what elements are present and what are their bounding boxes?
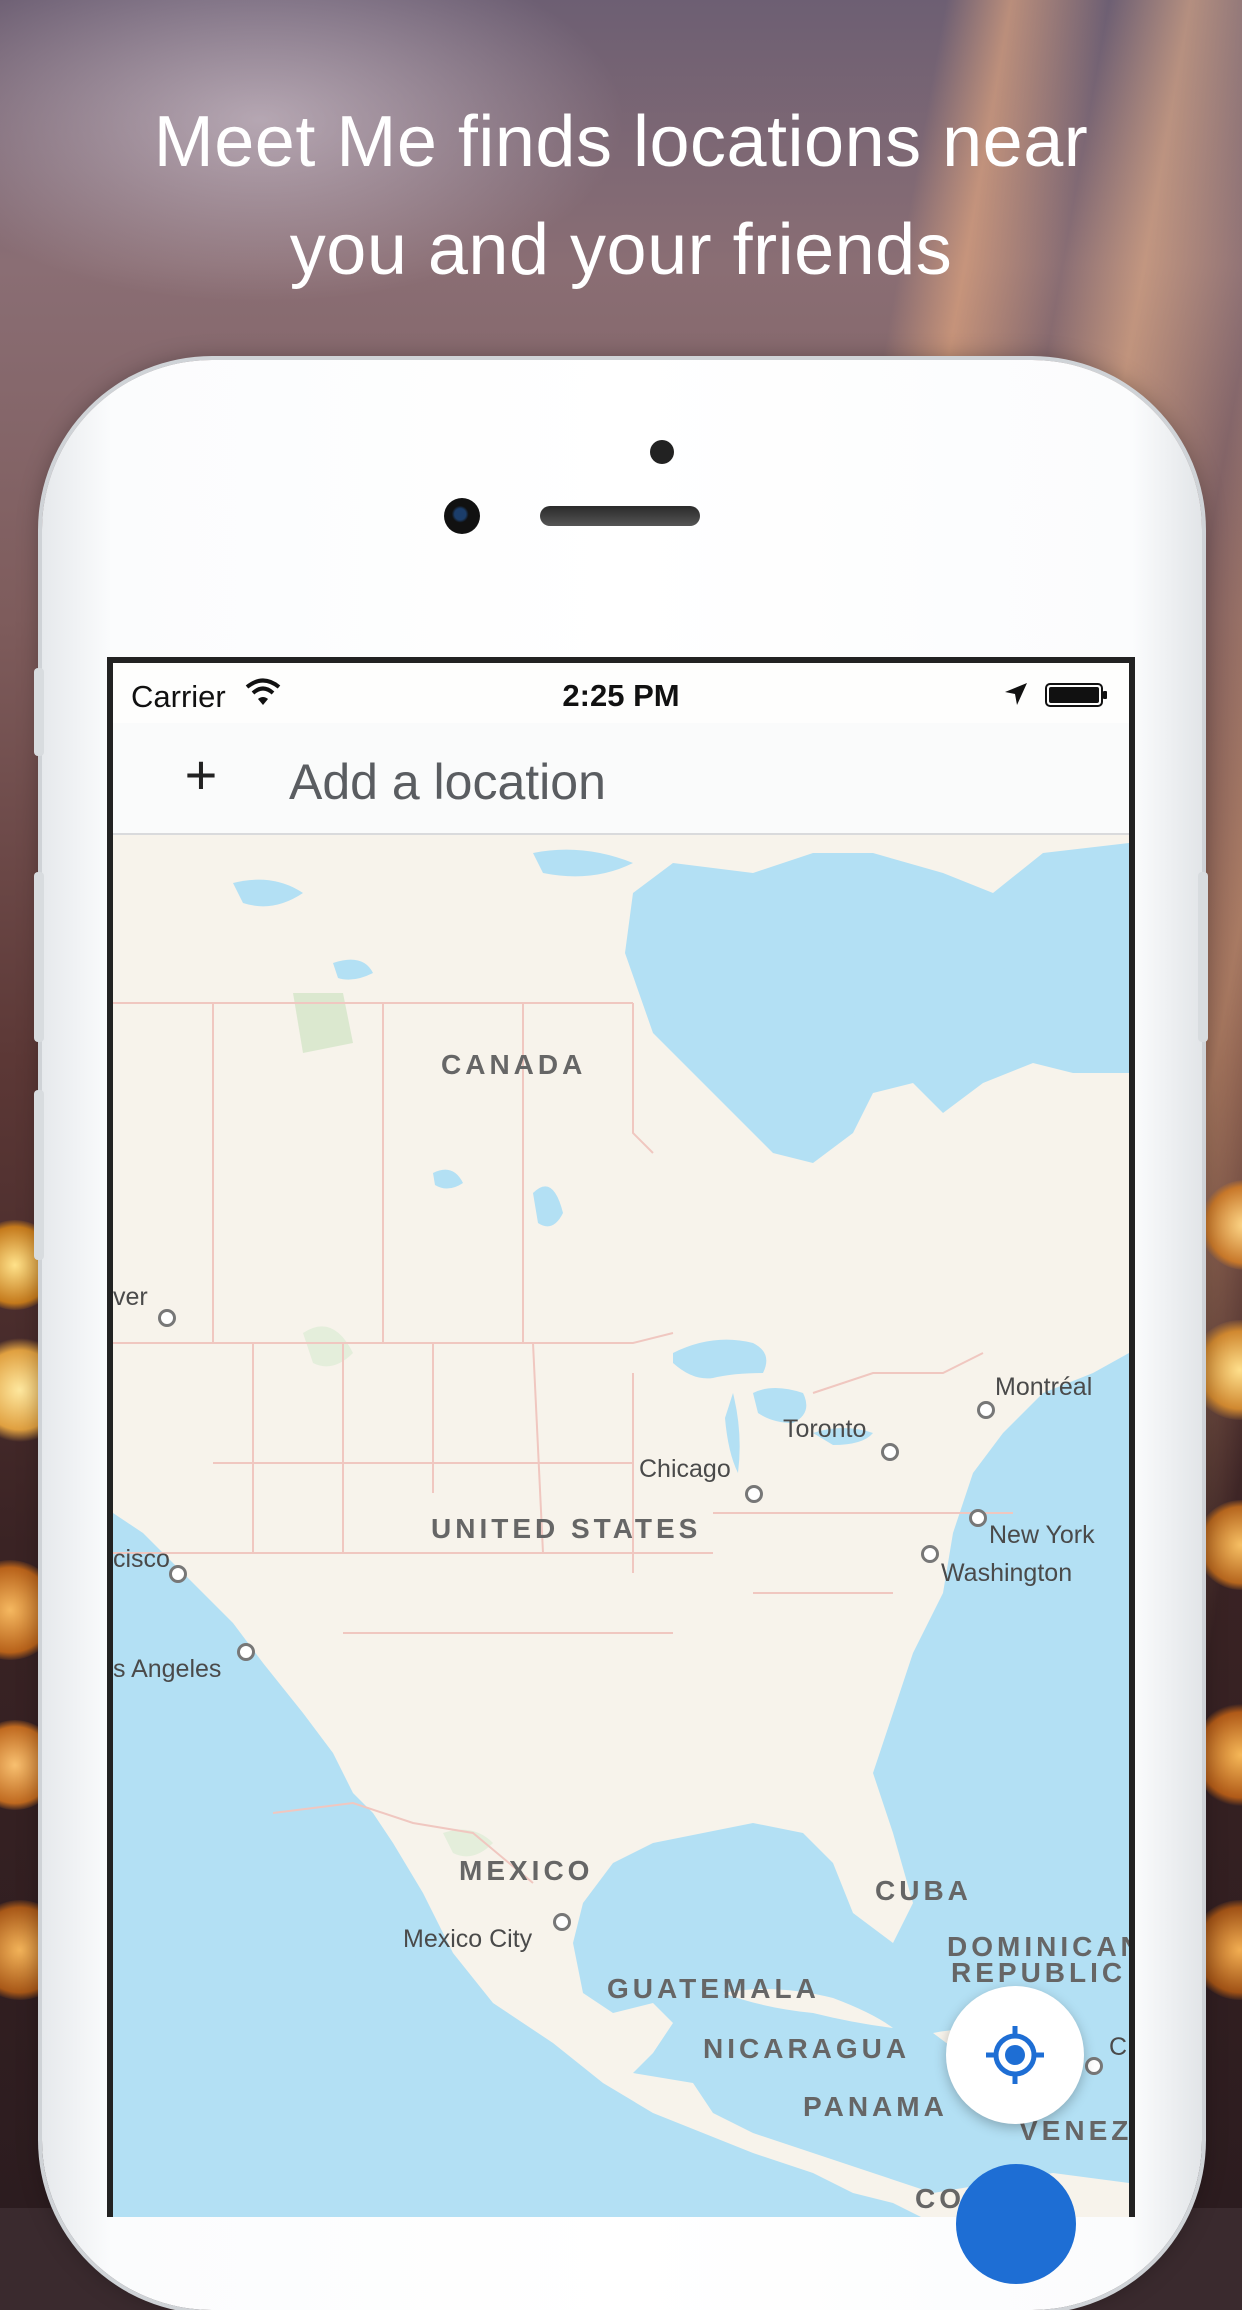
headline: Meet Me finds locations near you and you… [0,88,1242,304]
map-label-toronto: Toronto [783,1415,867,1443]
location-arrow-icon [1005,683,1027,705]
volume-up-button [34,872,44,1042]
map-label-los-angeles: s Angeles [113,1655,222,1683]
map-pin-mexico-city [553,1913,571,1931]
map-pin-chicago [745,1485,763,1503]
map-label-republic: REPUBLIC [951,1957,1127,1988]
map-pin-los-angeles [237,1643,255,1661]
battery-icon [1045,683,1107,707]
map-label-canada: CANADA [441,1049,587,1080]
map-label-caracas: C [1109,2033,1128,2061]
plus-icon[interactable]: + [171,745,231,805]
status-bar: Carrier 2:25 PM [113,663,1129,723]
map-pin-vancouver [158,1309,176,1327]
volume-down-button [34,1090,44,1260]
mute-switch [34,668,44,756]
clock: 2:25 PM [562,678,680,713]
map-pin-washington [921,1545,939,1563]
map-label-panama: PANAMA [803,2091,948,2122]
map-label-san-francisco: cisco [113,1545,170,1573]
map-label-chicago: Chicago [639,1455,731,1483]
map-label-new-york: New York [989,1521,1095,1549]
map-label-mexico: MEXICO [459,1855,594,1886]
map-label-cuba: CUBA [875,1875,972,1906]
map-pin-new-york [969,1509,987,1527]
front-camera [444,498,480,534]
earpiece-speaker [540,506,700,526]
map-pin-montreal [977,1401,995,1419]
map-label-vancouver: ver [113,1283,148,1311]
action-fab[interactable] [956,2164,1076,2284]
map-pin-caracas [1085,2057,1103,2075]
my-location-button[interactable] [946,1986,1084,2124]
headline-line-2: you and your friends [289,210,953,290]
app-view: Carrier 2:25 PM + Add a location CANADA … [113,663,1129,2217]
map-label-montreal: Montréal [995,1373,1093,1401]
add-location-field[interactable]: Add a location [289,753,606,811]
map-label-washington: Washington [941,1559,1073,1587]
phone-screen: Carrier 2:25 PM + Add a location CANADA … [107,657,1135,2217]
map-pin-san-francisco [169,1565,187,1583]
map-label-united-states: UNITED STATES [431,1513,702,1544]
headline-line-1: Meet Me finds locations near [153,102,1089,182]
power-button [1198,872,1208,1042]
add-location-bar[interactable]: + Add a location [113,723,1129,835]
crosshair-icon [986,2026,1044,2084]
map-pin-toronto [881,1443,899,1461]
map-label-guatemala: GUATEMALA [607,1973,820,2004]
proximity-sensor [650,440,674,464]
map-label-nicaragua: NICARAGUA [703,2033,911,2064]
map-label-mexico-city: Mexico City [403,1925,533,1953]
